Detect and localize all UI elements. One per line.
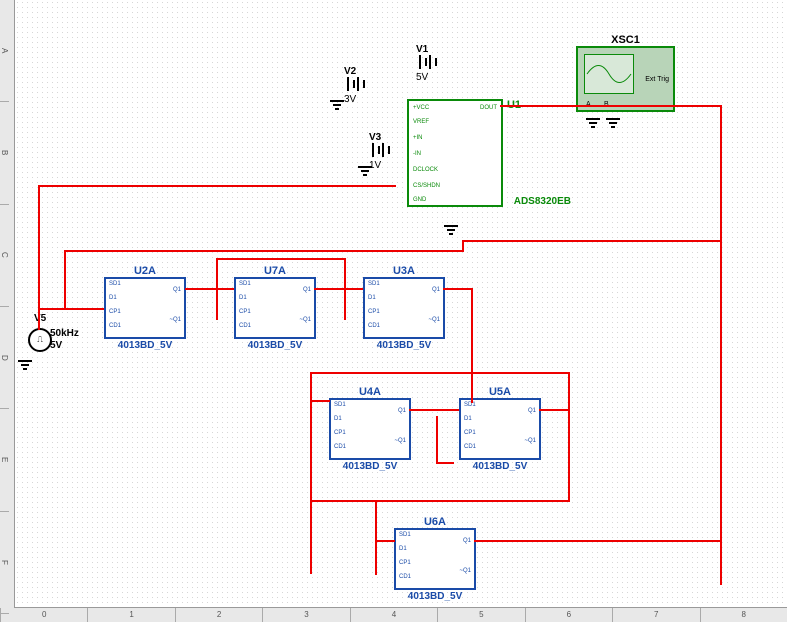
u2-ref: U2A <box>134 265 156 277</box>
wire[interactable] <box>185 288 234 290</box>
pulse-source-v5[interactable]: V5 <box>34 313 46 324</box>
wire[interactable] <box>539 409 569 411</box>
v1-value: 5V <box>416 72 434 83</box>
wire[interactable] <box>436 462 454 464</box>
wire[interactable] <box>310 500 570 502</box>
wire[interactable] <box>500 105 722 107</box>
ground-icon <box>18 360 32 370</box>
wire[interactable] <box>568 372 570 502</box>
wire[interactable] <box>314 288 363 290</box>
wire[interactable] <box>474 540 722 542</box>
ic-u5a[interactable]: U5A 4013BD_5V SD1 D1 CP1 CD1 Q1 ~Q1 <box>459 398 541 460</box>
ic-u3a[interactable]: U3A 4013BD_5V SD1 D1 CP1 CD1 Q1 ~Q1 <box>363 277 445 339</box>
ground-icon <box>358 166 372 176</box>
u3-part: 4013BD_5V <box>377 340 431 351</box>
ground-icon <box>330 100 344 110</box>
wire[interactable] <box>64 250 66 308</box>
wire[interactable] <box>310 372 312 574</box>
wire[interactable] <box>344 258 346 320</box>
ic-u6a[interactable]: U6A 4013BD_5V SD1 D1 CP1 CD1 Q1 ~Q1 <box>394 528 476 590</box>
u7-part: 4013BD_5V <box>248 340 302 351</box>
wire[interactable] <box>462 240 722 242</box>
u4-part: 4013BD_5V <box>343 461 397 472</box>
u3-ref: U3A <box>393 265 415 277</box>
u2-part: 4013BD_5V <box>118 340 172 351</box>
ic-u2a[interactable]: U2A 4013BD_5V SD1 D1 CP1 CD1 Q1 ~Q1 <box>104 277 186 339</box>
u7-ref: U7A <box>264 265 286 277</box>
schematic-canvas[interactable]: XSC1 Ext Trig A B V1 5V V2 3V V3 1V U1 A… <box>0 0 787 622</box>
scope-screen <box>584 54 634 94</box>
v5-value: 5V <box>50 340 62 351</box>
wire[interactable] <box>409 409 459 411</box>
voltage-source-v1[interactable]: V1 5V <box>416 44 434 83</box>
ground-icon <box>444 225 458 235</box>
wire[interactable] <box>38 185 396 187</box>
voltage-source-v2[interactable]: V2 3V <box>344 66 362 105</box>
ic-u4a[interactable]: U4A 4013BD_5V SD1 D1 CP1 CD1 Q1 ~Q1 <box>329 398 411 460</box>
v3-ref: V3 <box>369 132 387 143</box>
wire[interactable] <box>216 258 346 260</box>
wire[interactable] <box>64 250 464 252</box>
v5-freq: 50kHz <box>50 328 79 339</box>
wire[interactable] <box>310 400 330 402</box>
wire[interactable] <box>216 258 218 320</box>
u5-part: 4013BD_5V <box>473 461 527 472</box>
wire[interactable] <box>310 372 570 374</box>
u6-ref: U6A <box>424 516 446 528</box>
scope-ref: XSC1 <box>611 34 640 46</box>
v2-ref: V2 <box>344 66 362 77</box>
ground-icon <box>606 118 620 128</box>
u1-part: ADS8320EB <box>514 196 571 207</box>
wire[interactable] <box>375 500 377 575</box>
v5-ref: V5 <box>34 313 46 324</box>
wire[interactable] <box>443 288 473 290</box>
oscilloscope[interactable]: XSC1 Ext Trig A B <box>576 46 675 112</box>
vertical-ruler: ABCDEF <box>0 0 15 608</box>
wire[interactable] <box>436 416 438 464</box>
horizontal-ruler: 012345678 <box>0 607 787 622</box>
wire[interactable] <box>38 308 104 310</box>
pulse-icon: ⎍ <box>28 328 52 352</box>
wire[interactable] <box>471 288 473 403</box>
ic-u1-ads8320eb[interactable]: U1 ADS8320EB +VCC VREF +IN -IN DCLOCK CS… <box>407 99 503 207</box>
u4-ref: U4A <box>359 386 381 398</box>
u5-ref: U5A <box>489 386 511 398</box>
scope-ext-trig: Ext Trig <box>645 76 669 83</box>
v1-ref: V1 <box>416 44 434 55</box>
wire[interactable] <box>720 105 722 585</box>
u6-part: 4013BD_5V <box>408 591 462 602</box>
v2-value: 3V <box>344 94 362 105</box>
ground-icon <box>586 118 600 128</box>
ic-u7a[interactable]: U7A 4013BD_5V SD1 D1 CP1 CD1 Q1 ~Q1 <box>234 277 316 339</box>
wire[interactable] <box>375 540 395 542</box>
